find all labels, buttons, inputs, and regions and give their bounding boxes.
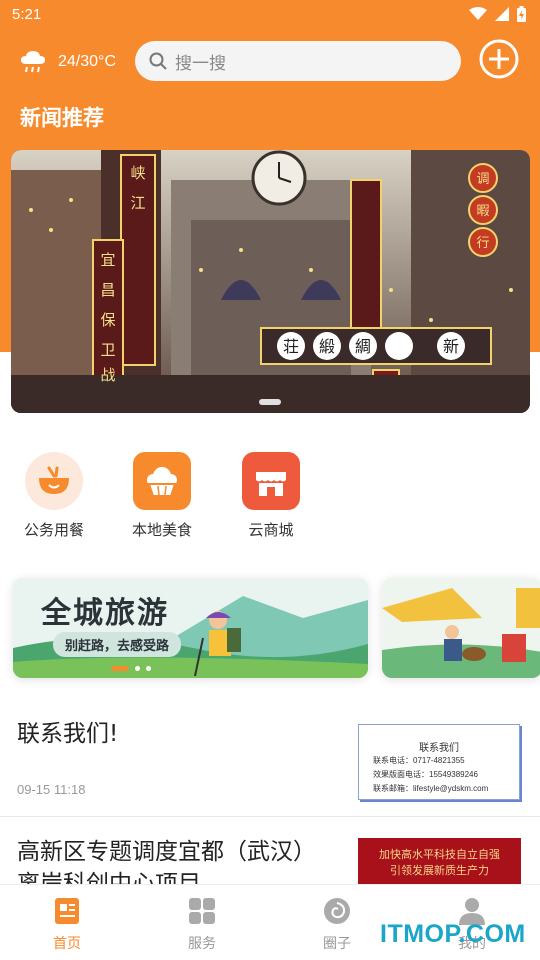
quick-link-cloud-mall[interactable]: 云商城	[231, 452, 311, 540]
tab-label: 首页	[53, 936, 81, 952]
tab-label: 服务	[188, 936, 216, 952]
article-time: 09-15 11:18	[17, 782, 86, 797]
article-title: 高新区专题调度宜都（武汉）离岸科创中心项目	[17, 839, 316, 884]
promo-dot	[146, 666, 151, 671]
banner-sign-char: 綢	[355, 337, 371, 356]
status-time: 5:21	[12, 6, 42, 23]
quick-link-label: 公务用餐	[23, 521, 84, 539]
weather-temperature: 24/30°C	[58, 53, 116, 70]
banner-sign-char: 战	[100, 366, 115, 384]
banner-street-scene-image: 峡 江 宜 昌 保 卫 战 荘 緞 綢 新 调 暇 行	[11, 150, 530, 413]
article-thumbnail: 联系我们 联系电话：0717-4821355 效果版面电话：1554938924…	[358, 724, 520, 800]
banner-sign-char: 卫	[100, 341, 115, 359]
quick-link-local-food[interactable]: 本地美食	[122, 452, 202, 540]
promo-indicator	[111, 666, 151, 671]
banner-sign-char: 江	[130, 194, 145, 212]
banner-sign-char: 暇	[476, 204, 489, 219]
promo-dot	[135, 666, 140, 671]
site-watermark: ITMOP.COM	[380, 920, 526, 948]
quick-links: 公务用餐 本地美食 云商城	[0, 452, 540, 542]
article-title: 联系我们!	[17, 721, 119, 747]
grid-icon	[189, 898, 215, 924]
article-item[interactable]: 联系我们! 09-15 11:18 联系我们 联系电话：0717-4821355…	[0, 700, 540, 817]
article-item[interactable]: 高新区专题调度宜都（武汉）离岸科创中心项目 加快高水平科技自立自强 引领发展新质…	[0, 830, 540, 884]
shop-icon	[242, 452, 300, 510]
search-input[interactable]: 搜一搜	[135, 41, 461, 81]
promo-card-title: 全城旅游	[41, 596, 169, 631]
tab-services[interactable]: 服务	[162, 897, 242, 953]
banner-sign-char: 緞	[319, 337, 335, 356]
thumbnail-heading: 联系我们	[419, 743, 459, 754]
section-title-news: 新闻推荐	[20, 106, 104, 130]
search-placeholder: 搜一搜	[175, 53, 226, 74]
weather-widget[interactable]: 24/30°C	[20, 44, 116, 80]
circle-swirl-icon	[324, 898, 350, 924]
add-icon[interactable]	[478, 38, 520, 80]
carousel-indicator	[259, 399, 281, 405]
cake-icon	[133, 452, 191, 510]
banner-sign-char: 行	[476, 236, 489, 251]
tab-label: 圈子	[323, 936, 351, 952]
banner-sign-char: 宜	[100, 251, 115, 269]
banner-sign-char: 新	[443, 337, 459, 356]
banner-sign-char: 调	[476, 172, 489, 187]
promo-card-city-tour[interactable]: 全城旅游 别赶路，去感受路	[13, 578, 368, 678]
banner-sign-char: 昌	[100, 281, 115, 299]
news-banner-carousel[interactable]: 峡 江 宜 昌 保 卫 战 荘 緞 綢 新 调 暇 行	[11, 150, 530, 413]
banner-sign-char: 保	[100, 311, 115, 329]
search-icon	[149, 52, 167, 70]
status-bar: 5:21	[0, 0, 540, 32]
home-doc-icon	[55, 898, 79, 924]
status-icons	[469, 6, 526, 22]
banner-sign-char: 荘	[283, 337, 299, 356]
battery-icon	[517, 6, 526, 22]
promo-card-camping[interactable]	[382, 578, 540, 678]
thumbnail-line: 联系电话：0717-4821355	[373, 756, 465, 765]
promo-card-subtitle: 别赶路，去感受路	[53, 632, 182, 657]
thumbnail-line: 联系邮箱：lifestyle@ydskm.com	[373, 784, 489, 793]
thumbnail-line: 加快高水平科技自立自强	[379, 848, 500, 861]
banner-sign-char: 峡	[130, 164, 145, 182]
quick-link-label: 本地美食	[131, 521, 192, 539]
thumbnail-line: 引领发展新质生产力	[390, 864, 489, 877]
signal-icon	[495, 7, 509, 21]
quick-link-official-meal[interactable]: 公务用餐	[14, 452, 94, 540]
bowl-icon	[25, 452, 83, 510]
promo-camping-image	[382, 578, 540, 678]
promo-dot-active	[111, 666, 129, 671]
quick-link-label: 云商城	[248, 521, 294, 539]
wifi-icon	[469, 7, 487, 20]
tab-home[interactable]: 首页	[27, 897, 107, 953]
promo-carousel[interactable]: 全城旅游 别赶路，去感受路	[0, 572, 540, 684]
tab-circle[interactable]: 圈子	[297, 897, 377, 953]
article-thumbnail: 加快高水平科技自立自强 引领发展新质生产力	[358, 838, 521, 884]
thumbnail-line: 效果版面电话：15549389246	[373, 770, 478, 779]
cloud-rain-icon	[21, 51, 45, 73]
